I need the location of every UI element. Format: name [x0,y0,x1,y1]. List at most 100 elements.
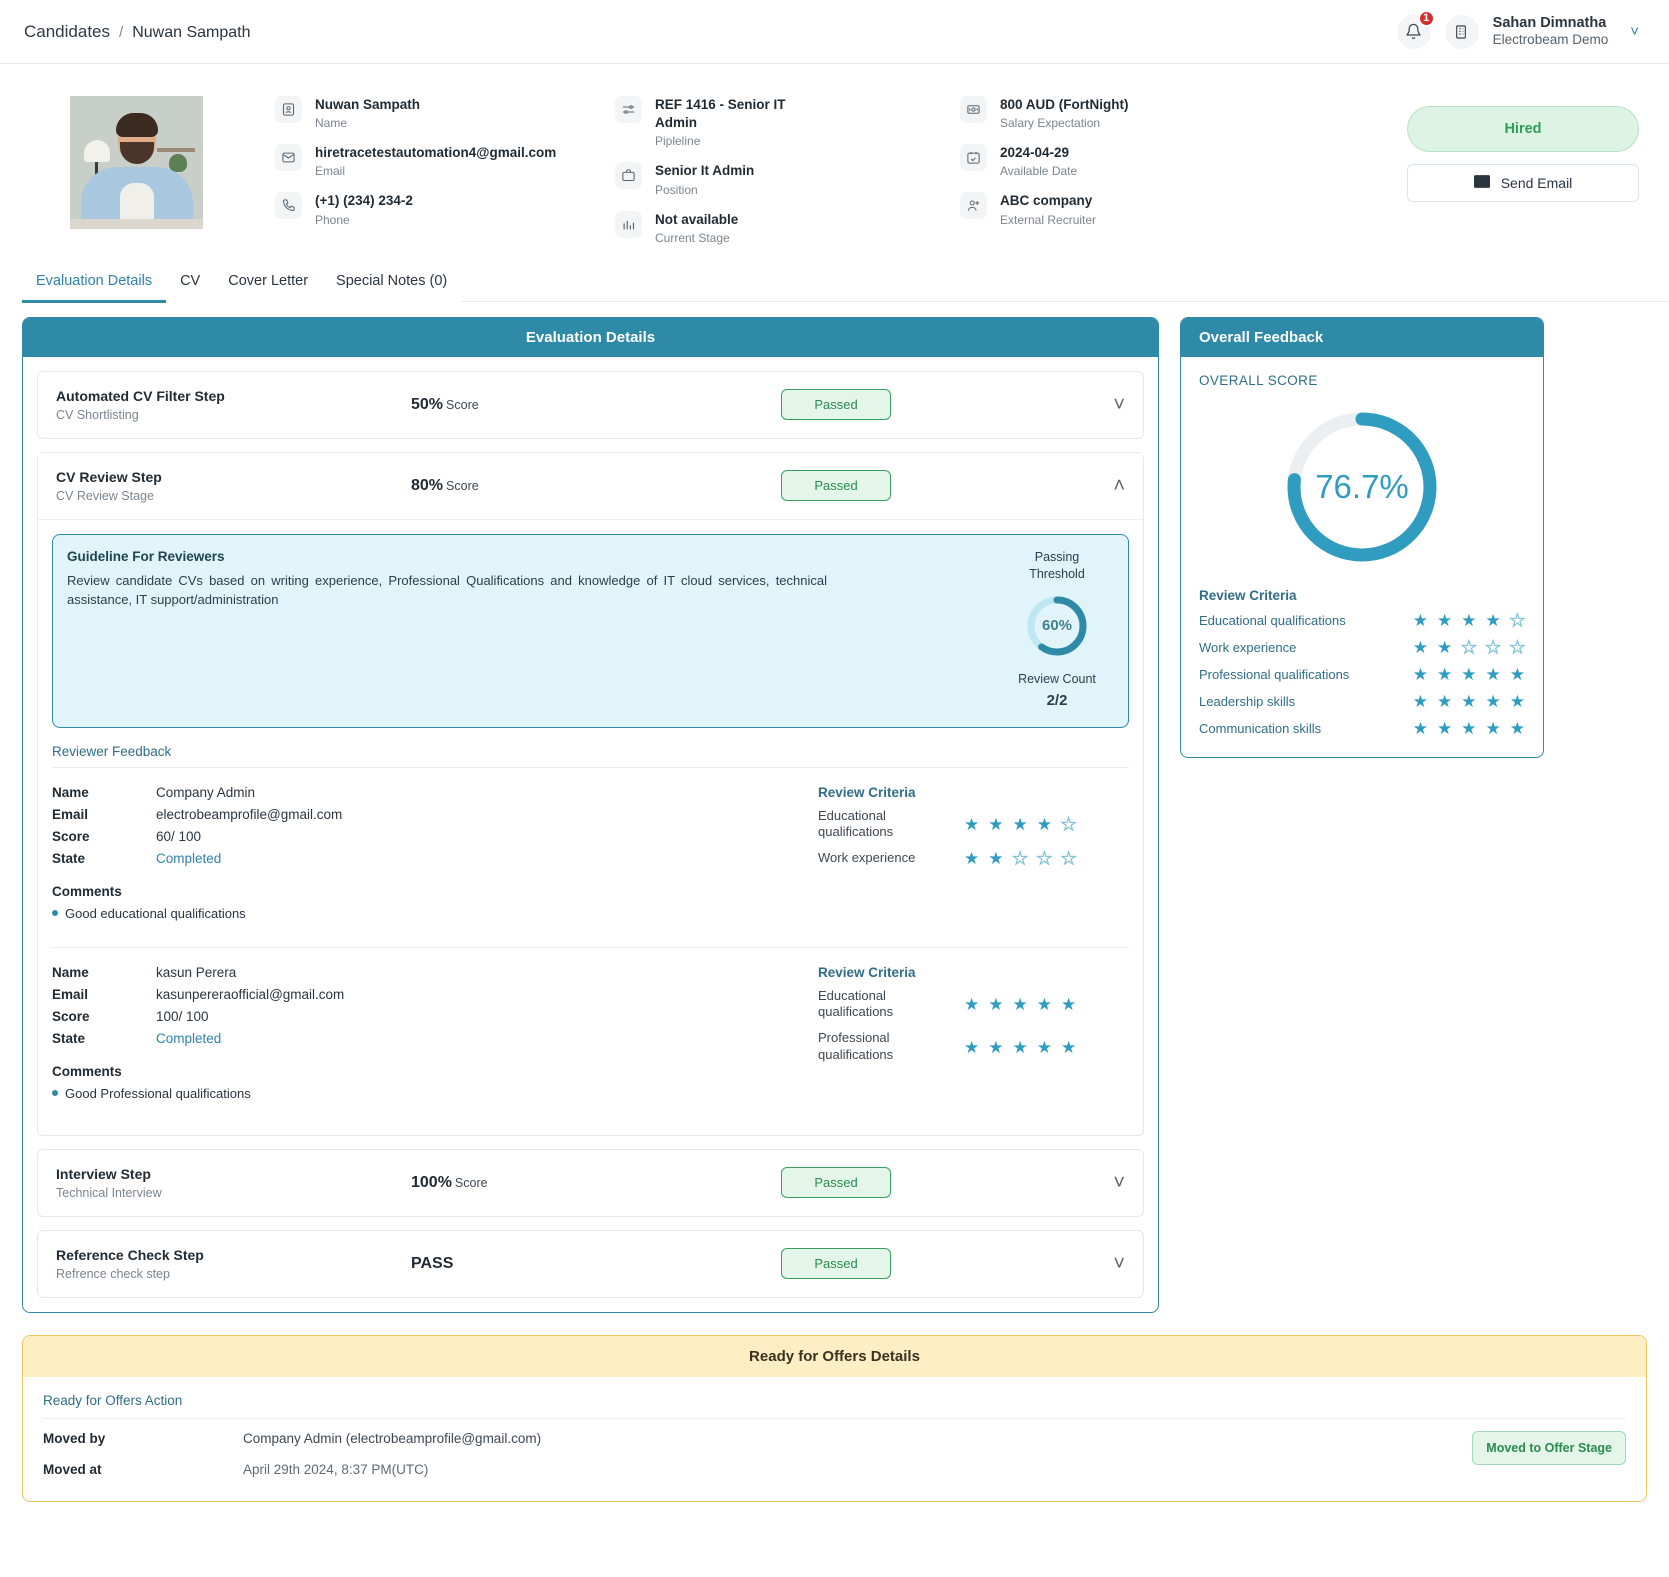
field-value: 100/ 100 [156,1008,209,1024]
field-value: 60/ 100 [156,828,202,844]
tab-evaluation-details[interactable]: Evaluation Details [22,263,167,303]
comments-heading: Comments [52,883,122,899]
info-column-offer: 800 AUD (FortNight) Salary Expectation 2… [960,96,1290,245]
star-rating: ★ ★ ★ ★ ★ [964,1039,1076,1056]
field-label: Name [52,964,89,980]
organization-icon[interactable] [1444,14,1479,49]
star-icon: ★ [1061,1037,1077,1057]
step-title-block: Reference Check Step Refrence check step [56,1247,411,1281]
star-icon: ★ [1437,637,1453,657]
notifications-button[interactable]: 1 [1396,9,1435,49]
step-subtitle: Technical Interview [56,1185,162,1200]
info-label: Position [655,182,698,197]
step-title-block: CV Review Step CV Review Stage [56,469,411,503]
star-icon: ★ [988,849,1004,869]
comment-item: Good educational qualifications [52,906,812,921]
star-icon: ★ [1437,610,1453,630]
overall-criteria-row: Work experience ★ ★ ★ ★ ★ [1199,637,1526,657]
step-score-value: 50% [411,395,444,413]
info-row: 800 AUD (FortNight) Salary Expectation [960,96,1290,130]
star-icon: ★ [1437,664,1453,684]
info-row: Senior It Admin Position [615,162,960,197]
star-icon: ★ [988,994,1004,1014]
reviewer-field: Email kasunpereraofficial@gmail.com [52,987,812,1002]
candidate-detail-page: Candidates / Nuwan Sampath 1 Sahan Dimna… [0,0,1669,1577]
table-row: Moved at April 29th 2024, 8:37 PM(UTC) [43,1462,1472,1477]
overall-feedback-card: Overall Feedback OVERALL SCORE 76.7% Rev… [1180,316,1544,758]
evaluation-step-row[interactable]: CV Review Step CV Review Stage 80% Score … [38,452,1143,520]
info-label: Available Date [1000,164,1078,179]
star-icon: ★ [1485,691,1501,711]
hired-status-button[interactable]: Hired [1407,106,1639,152]
candidate-actions: Hired Send Email [1407,96,1639,202]
chevron-down-icon[interactable]: ˅ [1630,23,1639,40]
evaluation-step-row[interactable]: Automated CV Filter Step CV Shortlisting… [37,370,1144,439]
ready-for-offers-body: Ready for Offers Action Moved by Company… [23,1377,1646,1501]
star-icon: ★ [1036,814,1052,834]
star-icon: ★ [1412,610,1428,630]
star-icon: ★ [964,814,980,834]
candidate-summary: Nuwan Sampath Name hiretracetestautomati… [0,64,1669,263]
account-menu[interactable]: Sahan Dimnatha Electrobeam Demo [1493,14,1609,49]
chevron-down-icon[interactable]: ˅ [1113,1173,1125,1193]
breadcrumb-separator: / [119,23,124,41]
info-label: Name [315,116,348,131]
field-label: State [52,850,86,866]
reviewer-guideline-panel: Guideline For Reviewers Review candidate… [52,533,1129,728]
info-row: 2024-04-29 Available Date [960,144,1290,178]
star-icon: ★ [1060,814,1077,834]
overall-feedback-title: Overall Feedback [1181,317,1543,357]
overall-criteria-row: Leadership skills ★ ★ ★ ★ ★ [1199,693,1525,710]
chevron-up-icon[interactable]: ˄ [1113,476,1125,496]
star-icon: ★ [1412,691,1428,711]
star-icon: ★ [1461,691,1477,711]
divider [43,1417,1626,1419]
overall-criteria-row: Educational qualifications ★ ★ ★ ★ ★ [1199,610,1526,630]
evaluation-step-row[interactable]: Interview Step Technical Interview 100% S… [37,1148,1144,1217]
table-row: Moved by Company Admin (electrobeamprofi… [43,1431,1472,1446]
field-label: Score [52,1008,90,1024]
bullet-icon [52,910,58,916]
step-subtitle: Refrence check step [56,1266,170,1281]
star-icon: ★ [964,994,980,1014]
field-label: Score [52,828,90,844]
threshold-label-line2: Threshold [1029,566,1085,581]
send-email-button[interactable]: Send Email [1407,164,1639,202]
star-icon: ★ [988,814,1004,834]
review-criteria-heading: Review Criteria [818,964,916,980]
chevron-down-icon[interactable]: ˅ [1113,1254,1125,1274]
breadcrumb-root[interactable]: Candidates [24,22,110,42]
phone-icon [275,192,302,220]
moved-to-offer-stage-chip[interactable]: Moved to Offer Stage [1472,1430,1626,1465]
main-content: Evaluation Details Automated CV Filter S… [0,303,1669,1313]
tab-cover-letter[interactable]: Cover Letter [214,263,322,303]
reviewer-criteria: Review Criteria Educational qualificatio… [812,965,1129,1101]
evaluation-step-row[interactable]: Reference Check Step Refrence check step… [37,1229,1144,1298]
evaluation-card-body: Automated CV Filter Step CV Shortlisting… [23,357,1158,1312]
criteria-label: Professional qualifications [1199,666,1350,682]
star-rating: ★ ★ ★ ★ ★ [1413,720,1525,737]
info-value: Nuwan Sampath [315,97,421,112]
star-icon: ★ [1509,718,1525,738]
criteria-label: Leadership skills [1199,693,1296,709]
chevron-down-icon[interactable]: ˅ [1113,395,1125,415]
comment-item: Good Professional qualifications [52,1086,812,1101]
info-row: hiretracetestautomation4@gmail.com Email [275,144,615,178]
overall-feedback-panel: Overall Feedback OVERALL SCORE 76.7% Rev… [1180,316,1544,758]
threshold-value: 60% [1041,617,1073,635]
star-icon: ★ [1509,691,1525,711]
tab-cv[interactable]: CV [166,263,214,303]
overall-score-label: OVERALL SCORE [1199,372,1318,388]
info-value: 2024-04-29 [1000,145,1070,161]
status-badge: Passed [781,1167,891,1198]
tab-special-notes[interactable]: Special Notes (0) [322,263,461,303]
info-label: Salary Expectation [1000,116,1101,131]
criteria-label: Educational qualifications [818,807,894,840]
info-value: REF 1416 - Senior IT Admin [655,97,786,131]
step-name: Automated CV Filter Step [56,387,225,404]
field-value: kasunpereraofficial@gmail.com [156,986,345,1002]
ready-for-offers-section-title: Ready for Offers Action [43,1392,183,1408]
star-icon: ★ [1412,718,1428,738]
star-rating: ★ ★ ★ ★ ★ [1413,637,1526,657]
review-criteria-heading: Review Criteria [818,784,916,800]
